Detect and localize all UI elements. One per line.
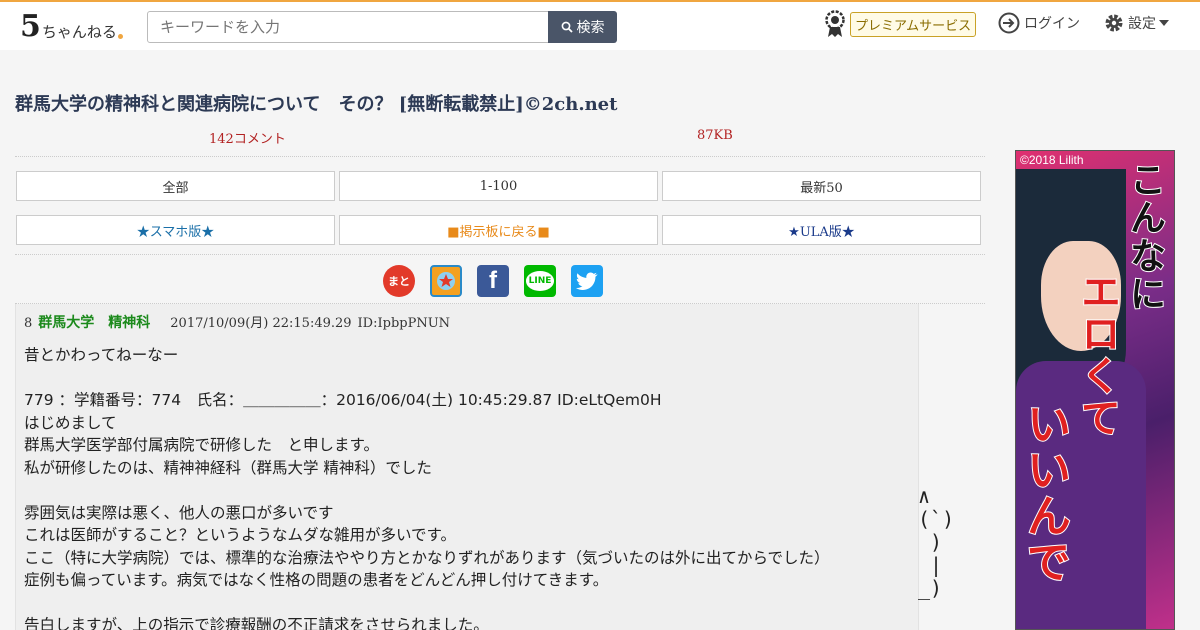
twitter-icon[interactable] [571,265,603,297]
comment-count: 142コメント [209,132,286,147]
ascii-art: ∧ (`) ) | _) [918,484,955,600]
post-author-name: 群馬大学 精神科 [38,315,151,331]
login-icon [998,12,1020,34]
site-logo[interactable]: 5 ちゃんねる [20,10,123,42]
logo-text: ちゃんねる [41,23,117,41]
twitter-bird-icon [576,272,598,290]
nav-all-button[interactable]: 全部 [16,171,335,201]
thread-title: 群馬大学の精神科と関連病院について その？ [無断転載禁止]©2ch.net [15,94,618,115]
premium-service-link[interactable]: プレミアムサービス [824,10,977,38]
line-glyph: LINE [525,271,555,291]
nav-latest50-button[interactable]: 最新50 [662,171,981,201]
gear-icon [1105,14,1123,32]
post-body: 昔とかわってねーなー 779 ：学籍番号：774 氏名：＿＿＿＿＿：2016/0… [24,346,830,630]
ula-version-button[interactable]: ★ULA版★ [662,215,981,245]
ad-copyright: ©2018 Lilith [1020,153,1084,167]
logo-dot-icon [117,34,123,39]
bookmark-icon[interactable] [430,265,462,297]
nav-1-100-button[interactable]: 1-100 [339,171,658,201]
divider [15,156,985,157]
matome-glyph: まと [388,275,410,288]
ad-line-2: エロくて [1073,270,1121,440]
ad-line-3: いいんで [1018,400,1071,586]
facebook-icon[interactable]: f [477,265,509,297]
settings-label: 設定 [1128,16,1156,32]
divider [15,254,985,255]
ad-line-1: こんなに [1123,160,1166,314]
search-button[interactable]: 検索 [548,11,617,43]
logo-five: 5 [20,9,41,44]
site-header: 5 ちゃんねる 検索 プレミアムサービス ログイン 設定 [0,2,1200,50]
settings-menu[interactable]: 設定 [1103,12,1169,34]
search-button-label: 検索 [576,20,605,36]
smartphone-version-button[interactable]: ★スマホ版★ [16,215,335,245]
post-id[interactable]: ID:IpbpPNUN [358,316,451,331]
caret-down-icon [1159,20,1169,26]
ad-headline-2: エロくて [1073,270,1126,440]
bookmark-glyph-icon [437,272,455,290]
back-to-board-button[interactable]: ■掲示板に戻る■ [339,215,658,245]
ad-headline: こんなに [1123,160,1170,314]
login-link[interactable]: ログイン [998,12,1080,34]
post-number[interactable]: 8 [24,316,32,331]
thread-size: 87KB [697,128,733,143]
post-date: 2017/10/09(月) 22:15:49.29 [170,316,352,331]
post-8: 8 群馬大学 精神科 2017/10/09(月) 22:15:49.29 ID:… [15,304,919,630]
search-input[interactable] [147,11,549,43]
premium-service-label: プレミアムサービス [850,11,977,37]
search-icon [561,21,573,33]
login-label: ログイン [1024,16,1080,32]
matome-icon[interactable]: まと [383,265,415,297]
advertisement-banner[interactable]: ©2018 Lilith こんなに エロくて いいんで [1015,150,1175,630]
medal-icon [825,10,845,37]
facebook-glyph: f [489,267,497,294]
ad-headline-3: いいんで [1018,400,1076,586]
post-header: 8 群馬大学 精神科 2017/10/09(月) 22:15:49.29 ID:… [24,312,910,332]
line-icon[interactable]: LINE [524,265,556,297]
